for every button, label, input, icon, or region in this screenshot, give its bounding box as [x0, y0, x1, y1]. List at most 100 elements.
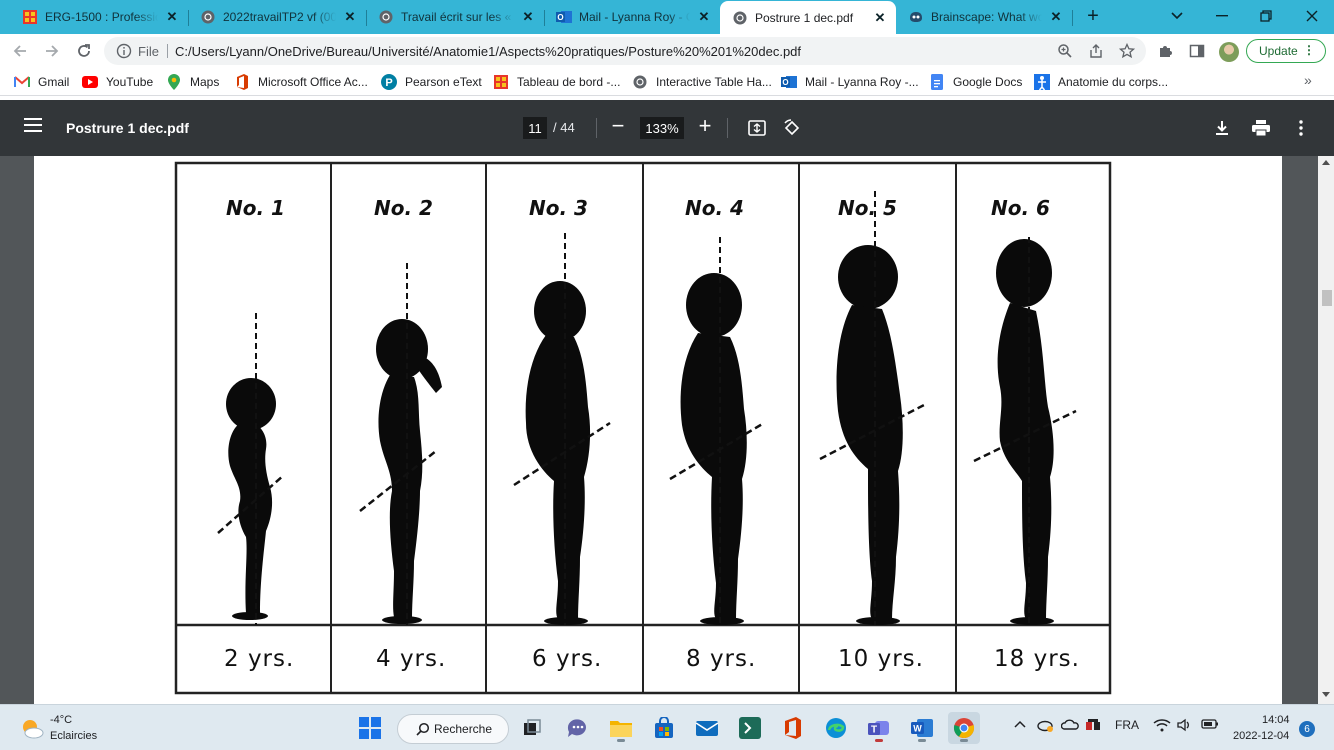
- weather-partly-cloudy-icon[interactable]: [20, 717, 44, 741]
- reload-button[interactable]: [72, 39, 96, 63]
- tab-erg-1500[interactable]: ERG-1500 : Profession ✕: [10, 3, 188, 31]
- mail-app-button[interactable]: [691, 712, 723, 744]
- close-icon[interactable]: ✕: [1048, 9, 1064, 25]
- scroll-up-arrow-icon[interactable]: [1322, 160, 1330, 165]
- age-label: 4 yrs.: [376, 646, 447, 672]
- university-icon: [22, 9, 38, 25]
- hamburger-menu-icon[interactable]: [24, 118, 42, 135]
- office-icon: [234, 74, 250, 90]
- tab-travail-ecrit[interactable]: Travail écrit sur les « P ✕: [366, 3, 544, 31]
- task-view-button[interactable]: [516, 712, 548, 744]
- chrome-app-button[interactable]: [948, 712, 980, 744]
- more-options-icon[interactable]: [1290, 117, 1312, 139]
- tab-mail-lyanna[interactable]: O Mail - Lyanna Roy - O ✕: [544, 3, 720, 31]
- panel-number: No. 3: [529, 196, 588, 220]
- vertical-scrollbar[interactable]: [1318, 156, 1334, 704]
- cmd-app-button[interactable]: [734, 712, 766, 744]
- tab-brainscape[interactable]: Brainscape: What wou ✕: [896, 3, 1072, 31]
- update-button[interactable]: Update ⋮: [1246, 39, 1326, 63]
- bookmark-anatomie[interactable]: Anatomie du corps...: [1034, 74, 1168, 90]
- bookmarks-overflow-button[interactable]: »: [1304, 72, 1312, 88]
- forward-button[interactable]: [40, 39, 64, 63]
- minimize-button[interactable]: [1200, 0, 1244, 32]
- zoom-in-button[interactable]: +: [693, 114, 717, 138]
- bookmark-google-docs[interactable]: Google Docs: [929, 74, 1022, 90]
- tab-search-chevron-icon[interactable]: [1155, 0, 1199, 32]
- tab-postrure-pdf[interactable]: Postrure 1 dec.pdf ✕: [720, 1, 896, 34]
- zoom-out-button[interactable]: −: [606, 114, 630, 138]
- close-icon[interactable]: ✕: [696, 9, 712, 25]
- page-number-input[interactable]: 11: [523, 117, 547, 139]
- bookmark-pearson[interactable]: P Pearson eText: [381, 74, 482, 90]
- notification-badge[interactable]: 6: [1299, 721, 1315, 737]
- age-label: 6 yrs.: [532, 646, 603, 672]
- browser-toolbar: File C:/Users/Lyann/OneDrive/Bureau/Univ…: [0, 34, 1334, 68]
- bookmark-label: Anatomie du corps...: [1058, 75, 1169, 89]
- start-button[interactable]: [354, 712, 386, 744]
- office-app-button[interactable]: [777, 712, 809, 744]
- svg-text:O: O: [782, 78, 788, 87]
- bookmark-gmail[interactable]: Gmail: [14, 74, 69, 90]
- bookmark-office[interactable]: Microsoft Office Ac...: [234, 74, 368, 90]
- store-app-button[interactable]: [648, 712, 680, 744]
- arrow-left-icon: [13, 45, 26, 57]
- zoom-level-input[interactable]: 133%: [640, 117, 684, 139]
- age-label: 18 yrs.: [994, 646, 1080, 672]
- bookmark-interactive-table[interactable]: Interactive Table Ha...: [632, 74, 772, 90]
- print-icon[interactable]: [1250, 117, 1272, 139]
- taskbar-search[interactable]: Recherche: [397, 714, 509, 744]
- tray-overflow-chevron-icon[interactable]: [1014, 718, 1026, 732]
- restore-button[interactable]: [1244, 0, 1288, 32]
- weather-description[interactable]: Eclaircies: [50, 730, 97, 742]
- bookmark-maps[interactable]: Maps: [166, 74, 219, 90]
- tray-app-icon[interactable]: [1084, 718, 1102, 737]
- fit-page-icon[interactable]: [746, 117, 768, 139]
- back-button[interactable]: [8, 39, 32, 63]
- chat-app-button[interactable]: [561, 712, 593, 744]
- globe-icon: [632, 74, 648, 90]
- extensions-puzzle-icon[interactable]: [1155, 41, 1175, 61]
- tab-2022travailtp2[interactable]: 2022travailTP2 vf (002 ✕: [188, 3, 366, 31]
- close-icon[interactable]: ✕: [342, 9, 358, 25]
- clock-date[interactable]: 2022-12-04: [1233, 730, 1289, 742]
- new-tab-button[interactable]: +: [1083, 6, 1103, 26]
- bookmark-tableau[interactable]: Tableau de bord -...: [493, 74, 620, 90]
- close-icon[interactable]: ✕: [872, 10, 888, 26]
- rotate-icon[interactable]: [781, 117, 803, 139]
- bookmark-mail[interactable]: O Mail - Lyanna Roy -...: [781, 74, 919, 90]
- close-icon[interactable]: ✕: [520, 9, 536, 25]
- teams-app-button[interactable]: T: [863, 712, 895, 744]
- input-language[interactable]: FRA: [1115, 718, 1139, 732]
- url-text[interactable]: C:/Users/Lyann/OneDrive/Bureau/Universit…: [175, 44, 801, 59]
- close-icon[interactable]: ✕: [164, 9, 180, 25]
- bookmark-label: YouTube: [106, 75, 154, 89]
- address-bar[interactable]: File C:/Users/Lyann/OneDrive/Bureau/Univ…: [104, 37, 1146, 65]
- scroll-down-arrow-icon[interactable]: [1322, 692, 1330, 697]
- bookmarks-bar: Gmail YouTube Maps Microsoft Office Ac..…: [0, 68, 1334, 96]
- pdf-viewer[interactable]: No. 1 No. 2 No. 3 No. 4 No. 5 No. 6 2 yr…: [0, 156, 1334, 704]
- close-window-button[interactable]: [1290, 0, 1334, 32]
- bookmark-star-icon[interactable]: [1118, 42, 1136, 60]
- scroll-thumb[interactable]: [1322, 290, 1332, 306]
- silhouette-10yrs: [836, 245, 903, 625]
- tab-title: 2022travailTP2 vf (002: [223, 10, 336, 24]
- onedrive-icon[interactable]: [1060, 718, 1079, 735]
- info-icon[interactable]: [116, 43, 132, 62]
- download-icon[interactable]: [1211, 117, 1233, 139]
- profile-avatar[interactable]: [1219, 42, 1239, 62]
- word-app-button[interactable]: W: [906, 712, 938, 744]
- battery-icon[interactable]: [1201, 718, 1219, 733]
- bookmark-youtube[interactable]: YouTube: [82, 74, 153, 90]
- clock-time[interactable]: 14:04: [1262, 714, 1290, 726]
- cloud-sync-icon[interactable]: [1036, 718, 1054, 735]
- weather-temperature[interactable]: -4°C: [50, 714, 72, 726]
- globe-icon: [378, 9, 394, 25]
- file-explorer-button[interactable]: [605, 712, 637, 744]
- zoom-magnifier-icon[interactable]: [1056, 42, 1074, 60]
- side-panel-icon[interactable]: [1187, 41, 1207, 61]
- share-icon[interactable]: [1087, 42, 1105, 60]
- wifi-icon[interactable]: [1153, 718, 1171, 735]
- edge-browser-button[interactable]: [820, 712, 852, 744]
- volume-icon[interactable]: [1177, 718, 1193, 735]
- tab-strip: ERG-1500 : Profession ✕ 2022travailTP2 v…: [0, 0, 1334, 34]
